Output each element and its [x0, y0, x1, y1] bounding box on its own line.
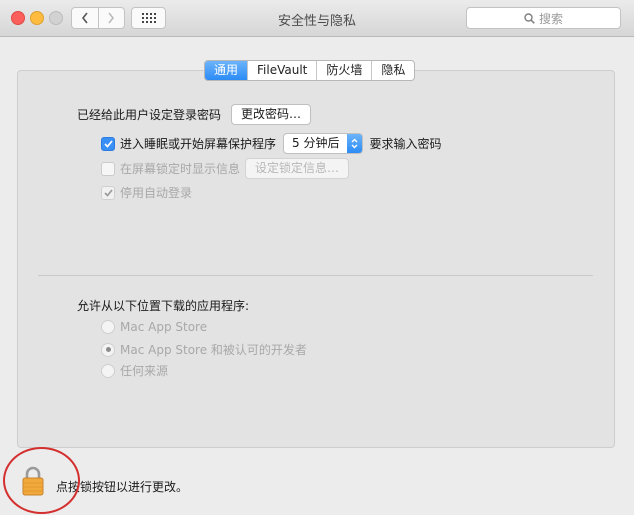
- radio-app-store-label: Mac App Store: [120, 320, 208, 334]
- change-password-button[interactable]: 更改密码…: [231, 104, 312, 125]
- tab-privacy[interactable]: 隐私: [371, 61, 414, 80]
- tab-general[interactable]: 通用: [205, 61, 248, 80]
- titlebar: 安全性与隐私 搜索: [0, 0, 634, 37]
- radio-identified-developers[interactable]: [101, 342, 115, 357]
- tab-bar: 通用 FileVault 防火墙 隐私: [204, 60, 416, 81]
- disable-autologin-label: 停用自动登录: [120, 186, 193, 200]
- lock-message-row: 在屏幕锁定时显示信息 设定锁定信息…: [101, 158, 350, 179]
- radio-app-store[interactable]: [101, 320, 115, 334]
- password-row: 已经给此用户设定登录密码 更改密码…: [77, 104, 312, 125]
- autologin-row: 停用自动登录: [101, 184, 192, 201]
- password-label: 已经给此用户设定登录密码: [77, 108, 222, 122]
- show-message-checkbox[interactable]: [101, 161, 115, 176]
- section-divider: [38, 275, 593, 276]
- require-password-suffix: 要求输入密码: [369, 137, 442, 151]
- radio-anywhere[interactable]: [101, 363, 115, 378]
- checkmark-icon: [103, 139, 113, 148]
- radio-identified-label: Mac App Store 和被认可的开发者: [120, 343, 307, 357]
- downloads-label: 允许从以下位置下载的应用程序:: [77, 299, 250, 313]
- tab-filevault[interactable]: FileVault: [247, 61, 316, 80]
- preferences-window: 安全性与隐私 搜索 通用 FileVault 防火墙 隐私 已经给此用户设定登录…: [0, 0, 634, 515]
- search-icon: [524, 12, 535, 24]
- require-password-prefix: 进入睡眠或开始屏幕保护程序: [120, 137, 277, 151]
- require-password-row: 进入睡眠或开始屏幕保护程序 5 分钟后 要求输入密码: [101, 133, 441, 154]
- updown-arrows-icon: [347, 134, 363, 153]
- download-option-identified[interactable]: Mac App Store 和被认可的开发者: [101, 341, 307, 358]
- search-placeholder: 搜索: [538, 11, 563, 26]
- general-panel: [17, 70, 615, 448]
- show-message-label: 在屏幕锁定时显示信息: [120, 162, 241, 176]
- set-lock-message-button[interactable]: 设定锁定信息…: [245, 158, 350, 179]
- radio-selected-dot: [105, 347, 111, 352]
- download-option-anywhere[interactable]: 任何来源: [101, 362, 168, 379]
- annotation-circle: [3, 447, 80, 514]
- disable-autologin-checkbox[interactable]: [101, 185, 115, 200]
- search-field[interactable]: 搜索: [466, 7, 621, 29]
- require-password-checkbox[interactable]: [101, 136, 115, 151]
- checkmark-icon: [103, 188, 113, 197]
- tab-firewall[interactable]: 防火墙: [316, 61, 371, 80]
- delay-value: 5 分钟后: [292, 136, 340, 150]
- download-option-app-store[interactable]: Mac App Store: [101, 320, 207, 334]
- delay-popup[interactable]: 5 分钟后: [283, 133, 364, 154]
- radio-anywhere-label: 任何来源: [120, 364, 169, 378]
